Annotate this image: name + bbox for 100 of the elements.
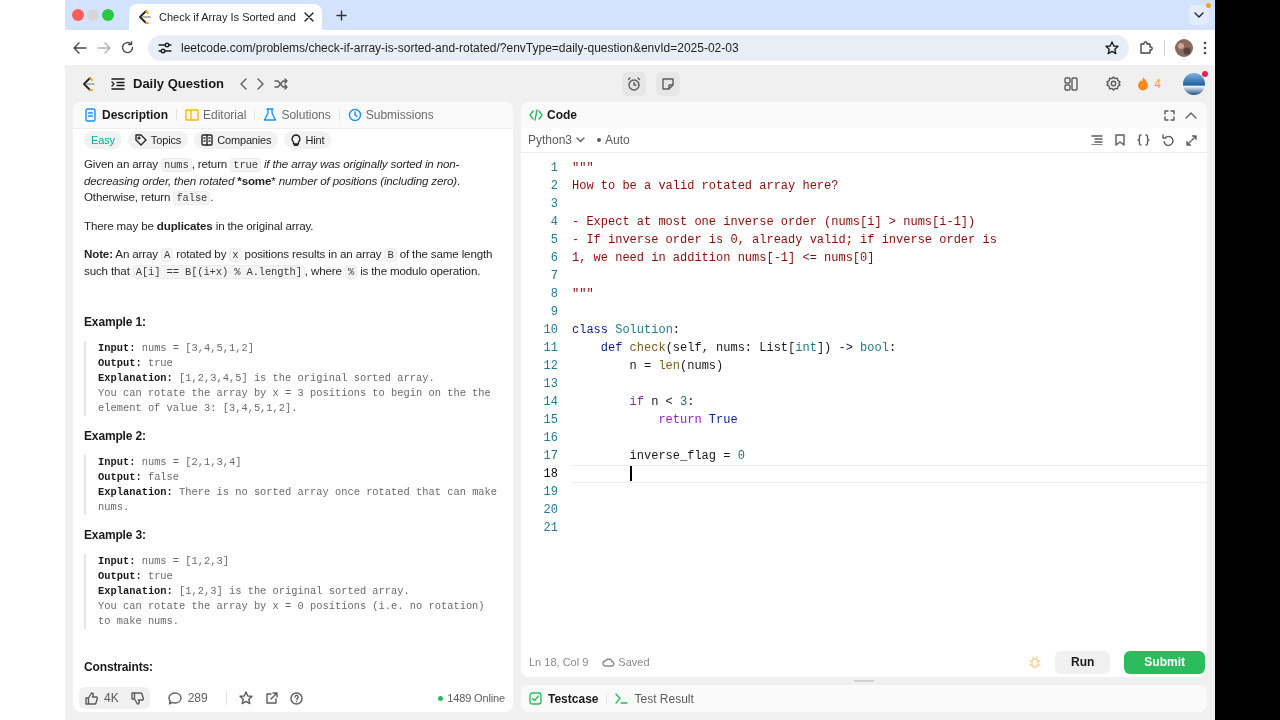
previous-icon[interactable] (240, 77, 248, 90)
profile-avatar[interactable] (1175, 38, 1193, 57)
constraints-heading: Constraints: (84, 659, 154, 675)
line-number: 15 (542, 412, 558, 429)
logo-icon[interactable] (81, 75, 95, 92)
example-line: Explanation: There is no sorted array once rotated that can make nums. (98, 485, 499, 515)
language-select[interactable]: Python3 (528, 133, 586, 147)
example-line: Input: nums = [3,4,5,1,2] (98, 341, 255, 356)
code-line: - If inverse order is 0, already valid; if inverse order is (572, 232, 998, 249)
line-number: 8 (549, 286, 558, 303)
layout-icon[interactable] (1064, 76, 1079, 91)
star-icon[interactable] (1105, 40, 1119, 55)
thumbs-down-icon (130, 691, 144, 705)
example-heading: Example 2: (84, 428, 147, 444)
tag-chip[interactable]: Hint (284, 131, 332, 149)
text-cursor (629, 466, 632, 482)
star-icon[interactable] (238, 691, 253, 705)
code-line: """ (572, 286, 595, 303)
cursor-position: Ln 18, Col 9 (529, 656, 589, 668)
online-dot-icon (438, 695, 444, 701)
help-icon[interactable] (289, 691, 303, 705)
line-number: 12 (542, 358, 558, 375)
tag-chip[interactable]: Companies (194, 131, 279, 149)
chevron-down-icon (576, 137, 586, 143)
cloud-icon (602, 657, 616, 667)
browser-tab[interactable]: Check if Array Is Sorted and (129, 4, 322, 30)
more-menu-icon[interactable] (1203, 40, 1207, 55)
example-line: Input: nums = [2,1,3,4] (98, 455, 243, 470)
code-tab[interactable]: Code (529, 108, 577, 122)
fullscreen-icon[interactable] (1164, 109, 1175, 121)
example-line: Output: false (98, 470, 181, 485)
example-line: You can rotate the array by x = 3 positions to begin on the the element of value 3: [3,4,5,1,2]. (98, 386, 492, 416)
example-line: Output: true (98, 356, 174, 371)
code-icon (529, 109, 543, 121)
line-number: 13 (542, 376, 558, 393)
problem-paragraph: There may be duplicates in the original array. (84, 218, 315, 234)
panel-tab[interactable]: Submissions (345, 108, 436, 122)
format-icon[interactable] (1091, 135, 1103, 145)
dot-icon (597, 138, 602, 142)
line-number: 16 (542, 430, 558, 447)
code-line: if n < 3: (628, 394, 696, 411)
address-bar[interactable]: leetcode.com/problems/check-if-array-is-sorted-and-rotated/?envType=daily-question&envId=2025-02-03 (148, 34, 1129, 61)
tag-chip[interactable]: Topics (127, 131, 189, 149)
line-number: 9 (549, 304, 558, 321)
reset-icon[interactable] (1162, 134, 1174, 146)
back-icon[interactable] (73, 41, 87, 54)
code-line: n = len(nums) (628, 358, 725, 375)
line-number: 19 (542, 484, 558, 501)
plus-icon[interactable] (335, 9, 347, 21)
chevron-down-icon (1194, 12, 1204, 18)
share-icon[interactable] (264, 691, 278, 705)
document-icon (84, 108, 98, 122)
line-number: 6 (549, 250, 558, 267)
online-count: 1489 Online (447, 692, 505, 704)
code-line: """ (572, 160, 595, 177)
next-icon[interactable] (257, 77, 265, 90)
problem-paragraph: Given an array nums , return true if the array was originally sorted in non-decreasing order, then rotated *some* number of positions (including zero). Otherwise, return false . (84, 156, 462, 206)
line-number: 11 (542, 340, 558, 357)
logo-icon (137, 9, 151, 25)
user-avatar[interactable] (1183, 72, 1205, 95)
update-dot-icon (1206, 3, 1211, 8)
timer-button[interactable] (622, 71, 647, 96)
flame-icon (1137, 76, 1150, 91)
tab-search-button[interactable] (1189, 5, 1209, 25)
tag-icon (134, 134, 147, 146)
panel-tab[interactable]: Test Result (615, 691, 694, 706)
puzzle-icon[interactable] (1139, 40, 1154, 55)
code-line: return True (657, 412, 739, 429)
note-icon (662, 77, 675, 90)
code-line: def check(self, nums: List[int]) -> bool: (599, 340, 898, 357)
panel-tab[interactable]: Solutions (261, 108, 333, 122)
alarm-clock-icon (627, 76, 642, 91)
example-line: Explanation: [1,2,3] is the original sorted array. (98, 584, 411, 599)
bookmark-icon[interactable] (1115, 134, 1125, 146)
line-number: 4 (549, 214, 558, 231)
line-number: 17 (542, 448, 558, 465)
lightbulb-icon (291, 134, 302, 146)
braces-icon[interactable] (1137, 134, 1150, 146)
code-line: 1, we need in addition nums[-1] <= nums[0] (572, 250, 876, 267)
line-number: 5 (549, 232, 558, 249)
expand-icon[interactable] (1186, 134, 1197, 146)
site-settings-icon[interactable] (158, 41, 172, 54)
resize-handle[interactable] (854, 680, 874, 682)
reload-icon[interactable] (121, 41, 134, 54)
notes-button[interactable] (656, 71, 681, 96)
settings-icon[interactable] (1106, 76, 1122, 91)
panel-tab[interactable]: Editorial (183, 108, 249, 122)
collapse-icon[interactable] (1185, 111, 1197, 119)
problem-list-button[interactable]: Daily Question (111, 76, 225, 91)
run-button[interactable]: Run (1055, 650, 1111, 674)
panel-tab[interactable]: Testcase (529, 691, 599, 706)
comments-button[interactable]: 289 (161, 691, 214, 705)
line-number: 1 (549, 160, 558, 177)
line-number: 10 (542, 322, 558, 339)
line-number: 3 (549, 196, 558, 213)
code-line: - Expect at most one inverse order (nums[i] > nums[i-1]) (572, 214, 977, 231)
auto-mode-button[interactable]: Auto (597, 133, 630, 147)
panel-tab[interactable]: Description (82, 108, 170, 122)
close-icon[interactable] (303, 12, 314, 22)
shuffle-icon[interactable] (274, 77, 289, 90)
